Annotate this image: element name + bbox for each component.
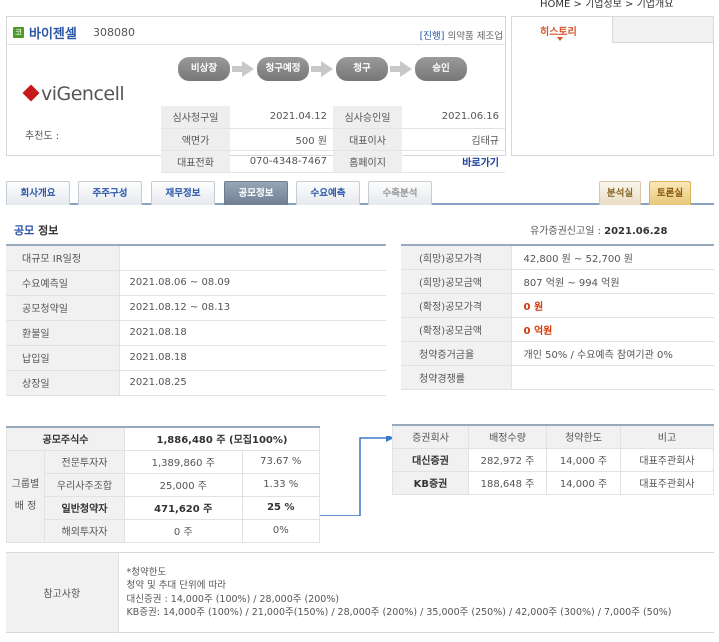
step-planned: 청구예정 [257,57,309,81]
table-row: 대신증권 282,972 주 14,000 주 대표주관회사 [392,447,714,472]
tab-shareholders[interactable]: 주주구성 [78,181,142,205]
market-badge: 코 [13,27,24,38]
group-label: 그룹별 배 정 [6,449,45,543]
history-tab-empty [613,17,713,43]
table-row: KB증권 188,648 주 14,000 주 대표주관회사 [392,470,714,495]
tab-demand-forecast[interactable]: 수요예측 [296,181,360,205]
table-row: 대표전화 070-4348-7467 홈페이지 바로가기 [161,150,505,173]
step-unlisted: 비상장 [178,57,230,81]
shares-table: 공모주식수 1,886,480 주 (모집100%) 그룹별 배 정 전문투자자 … [6,426,321,543]
tab-analysis[interactable]: 수축분석 [368,181,432,205]
company-info-table: 심사청구일 2021.04.12 심사승인일 2021.06.16 액면가 50… [161,106,505,173]
recommend-label: 추천도 : [25,131,60,142]
company-panel: 코 바이젠셀 308080 [진행] 의약품 제조업 viGencell 추천도… [6,16,506,173]
table-row: 공모청약일 2021.08.12 ~ 08.13 [6,295,386,321]
table-row: (희망)공모가격 42,800 원 ~ 52,700 원 [401,245,714,270]
table-row: 청약경쟁률 [401,365,714,390]
company-logo: viGencell [22,83,135,107]
tab-discussion[interactable]: 토론실 [649,181,691,205]
homepage-link[interactable]: 바로가기 [402,150,505,173]
table-row: 상장일 2021.08.25 [6,370,386,396]
price-table: (희망)공모가격 42,800 원 ~ 52,700 원 (희망)공모금액 807 … [401,244,714,390]
history-tab[interactable]: 히스토리 [512,17,613,43]
company-category: [진행] 의약품 제조업 [420,28,503,42]
tab-ipo-info[interactable]: 공모정보 [224,181,288,205]
table-row: 환불일 2021.08.18 [6,320,386,346]
step-arrow-icon [232,61,254,77]
table-row: 대규모 IR일정 [6,245,386,271]
stock-code: 308080 [93,26,135,39]
schedule-table: 대규모 IR일정 수요예측일 2021.08.06 ~ 08.09 공모청약일 20… [6,244,386,396]
table-row: 그룹별 배 정 전문투자자 1,389,860 주 73.67 % [6,449,321,543]
company-name: 바이젠셀 [29,27,77,42]
table-row: 참고사항 *청약한도 청약 및 추대 단위에 따라 대신증권 : 14,000주… [6,552,714,633]
notes-content: *청약한도 청약 및 추대 단위에 따라 대신증권 : 14,000주 (100… [126,566,672,619]
table-row: (희망)공모금액 807 억원 ~ 994 억원 [401,269,714,294]
notes-table: 참고사항 *청약한도 청약 및 추대 단위에 따라 대신증권 : 14,000주… [6,552,714,633]
report-date: 유가증권신고일 : 2021.06.28 [530,226,668,237]
underwriter-table: 증권회사 배정수량 청약한도 비고 대신증권 282,972 주 14,000 … [392,424,714,495]
table-row: 공모주식수 1,886,480 주 (모집100%) [6,426,320,451]
table-row: 수요예측일 2021.08.06 ~ 08.09 [6,270,386,296]
step-arrow-icon [390,61,412,77]
step-arrow-icon [311,61,333,77]
table-row: 심사청구일 2021.04.12 심사승인일 2021.06.16 [161,106,505,129]
tab-company[interactable]: 회사개요 [6,181,70,205]
caret-down-icon [557,37,563,41]
table-row: (확정)공모금액 0 억원 [401,317,714,342]
history-panel: 히스토리 [511,16,714,156]
info-tabs: 회사개요 주주구성 재무정보 공모정보 수요예측 수축분석 분석실 토론실 [6,181,714,205]
table-row: 우리사주조합 25,000 주 1.33 % [7,472,321,497]
table-row: 액면가 500 원 대표이사 김태규 [161,128,505,151]
table-row: 해외투자자 0 주 0% [7,518,321,543]
status-label: [진행] [419,31,445,42]
table-header: 증권회사 배정수량 청약한도 비고 [392,424,714,449]
step-approved: 승인 [415,57,467,81]
tab-analysis-room[interactable]: 분석실 [599,181,641,205]
breadcrumb[interactable]: HOME > 기업정보 > 기업개요 [540,0,673,10]
tab-financials[interactable]: 재무정보 [151,181,215,205]
table-row: (확정)공모가격 0 원 [401,293,714,318]
connector-arrow-icon [320,436,394,516]
section-title: 공모 정보 [14,224,59,237]
industry-label: 의약품 제조업 [447,31,503,42]
table-row: 납입일 2021.08.18 [6,345,386,371]
logo-mark-icon [22,84,40,102]
table-row: 일반청약자 471,620 주 25 % [7,495,321,520]
table-row: 청약증거금율 개인 50% / 수요예측 참여기관 0% [401,341,714,366]
step-filed: 청구 [336,57,388,81]
company-header: 코 바이젠셀 308080 [진행] 의약품 제조업 [7,17,505,45]
